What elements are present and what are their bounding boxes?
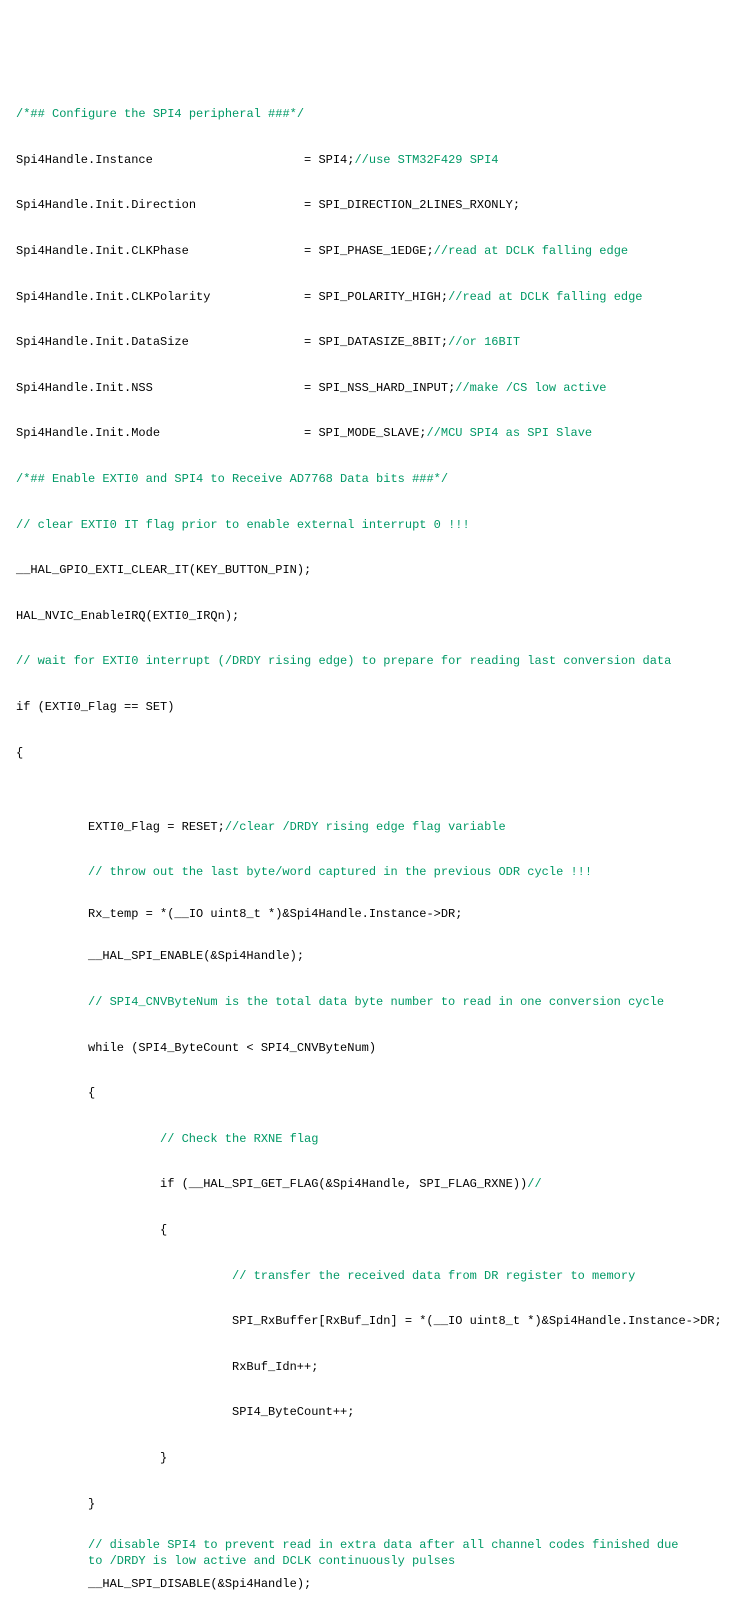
- code-line: {: [16, 742, 722, 765]
- comment-wait: // wait for EXTI0 interrupt (/DRDY risin…: [16, 650, 722, 673]
- code: EXTI0_Flag = RESET;: [88, 820, 225, 834]
- code-line: __HAL_SPI_ENABLE(&Spi4Handle);: [16, 945, 722, 968]
- code-line: if (EXTI0_Flag == SET): [16, 696, 722, 719]
- code-line: __HAL_SPI_DISABLE(&Spi4Handle);: [16, 1573, 722, 1596]
- code-line: }: [16, 1447, 722, 1470]
- comment-disable: // disable SPI4 to prevent read in extra…: [16, 1538, 688, 1569]
- comment-throw: // throw out the last byte/word captured…: [16, 861, 722, 884]
- code-line: while (SPI4_ByteCount < SPI4_CNVByteNum): [16, 1037, 722, 1060]
- code-line: EXTI0_Flag = RESET;//clear /DRDY rising …: [16, 816, 722, 839]
- inline-comment: //make /CS low active: [455, 381, 606, 395]
- code-line: SPI_RxBuffer[RxBuf_Idn] = *(__IO uint8_t…: [16, 1310, 722, 1333]
- code-line: {: [16, 1082, 722, 1105]
- code-line: }: [16, 1493, 722, 1516]
- code-line: Spi4Handle.Instance = SPI4;//use STM32F4…: [16, 149, 722, 172]
- comment-enable: /*## Enable EXTI0 and SPI4 to Receive AD…: [16, 468, 722, 491]
- code-line: HAL_NVIC_EnableIRQ(EXTI0_IRQn);: [16, 605, 722, 628]
- code-line: RxBuf_Idn++;: [16, 1356, 722, 1379]
- code-line: __HAL_GPIO_EXTI_CLEAR_IT(KEY_BUTTON_PIN)…: [16, 559, 722, 582]
- code: Spi4Handle.Init.NSS = SPI_NSS_HARD_INPUT…: [16, 381, 455, 395]
- comment-cnvbytenum: // SPI4_CNVByteNum is the total data byt…: [16, 991, 722, 1014]
- inline-comment: //read at DCLK falling edge: [434, 244, 628, 258]
- comment-transfer: // transfer the received data from DR re…: [16, 1265, 722, 1288]
- code-line: if (__HAL_SPI_GET_FLAG(&Spi4Handle, SPI_…: [16, 1173, 722, 1196]
- comment-config: /*## Configure the SPI4 peripheral ###*/: [16, 103, 722, 126]
- inline-comment: //read at DCLK falling edge: [448, 290, 642, 304]
- code: Spi4Handle.Instance = SPI4;: [16, 153, 354, 167]
- code-line: SPI4_ByteCount++;: [16, 1401, 722, 1424]
- code: if (__HAL_SPI_GET_FLAG(&Spi4Handle, SPI_…: [160, 1177, 527, 1191]
- inline-comment: //: [527, 1177, 541, 1191]
- code-line: Spi4Handle.Init.NSS = SPI_NSS_HARD_INPUT…: [16, 377, 722, 400]
- code-line: Spi4Handle.Init.Mode = SPI_MODE_SLAVE;//…: [16, 422, 722, 445]
- code: Spi4Handle.Init.DataSize = SPI_DATASIZE_…: [16, 335, 448, 349]
- code-line: Spi4Handle.Init.Direction = SPI_DIRECTIO…: [16, 194, 722, 217]
- code-line: Spi4Handle.Init.CLKPhase = SPI_PHASE_1ED…: [16, 240, 722, 263]
- code-line: {: [16, 1219, 722, 1242]
- code: Spi4Handle.Init.CLKPolarity = SPI_POLARI…: [16, 290, 448, 304]
- inline-comment: //MCU SPI4 as SPI Slave: [426, 426, 592, 440]
- code-line: Spi4Handle.Init.DataSize = SPI_DATASIZE_…: [16, 331, 722, 354]
- code-line: Rx_temp = *(__IO uint8_t *)&Spi4Handle.I…: [16, 907, 722, 923]
- code: Spi4Handle.Init.CLKPhase = SPI_PHASE_1ED…: [16, 244, 434, 258]
- inline-comment: //use STM32F429 SPI4: [354, 153, 498, 167]
- code-line: Spi4Handle.Init.CLKPolarity = SPI_POLARI…: [16, 286, 722, 309]
- code: Spi4Handle.Init.Mode = SPI_MODE_SLAVE;: [16, 426, 426, 440]
- inline-comment: //or 16BIT: [448, 335, 520, 349]
- comment-check-rxne: // Check the RXNE flag: [16, 1128, 722, 1151]
- inline-comment: //clear /DRDY rising edge flag variable: [225, 820, 506, 834]
- comment-clear: // clear EXTI0 IT flag prior to enable e…: [16, 514, 722, 537]
